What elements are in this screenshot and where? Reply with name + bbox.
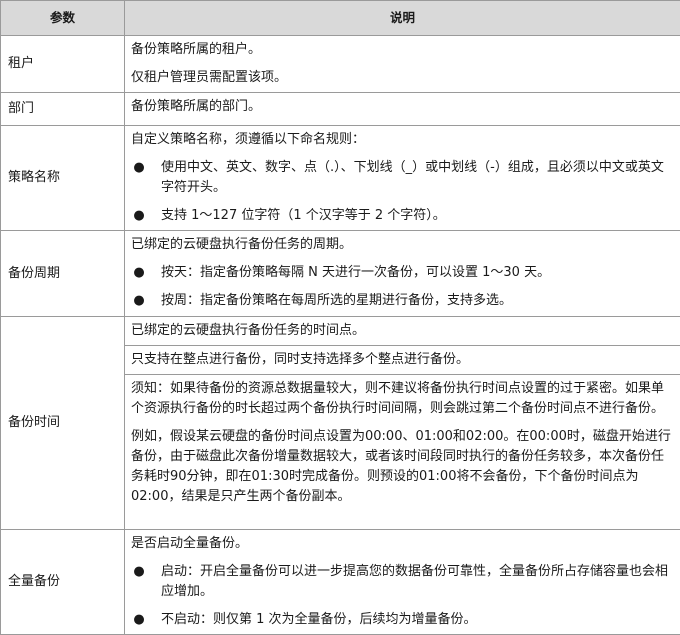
- param-description: 已绑定的云硬盘执行备份任务的周期。 ● 按天：指定备份策略每隔 N 天进行一次备…: [124, 230, 680, 317]
- bullet-item: ● 按周：指定备份策略在每周所选的星期进行备份，支持多选。: [125, 287, 680, 315]
- table-row: 全量备份 是否启动全量备份。 ● 启动：开启全量备份可以进一步提高您的数据备份可…: [0, 529, 680, 635]
- bullet-icon: ●: [133, 208, 145, 223]
- description-block: 已绑定的云硬盘执行备份任务的时间点。: [131, 323, 366, 338]
- description-intro: 是否启动全量备份。: [131, 536, 249, 551]
- description-intro: 已绑定的云硬盘执行备份任务的周期。: [131, 237, 353, 252]
- bullet-item: ● 不启动：则仅第 1 次为全量备份，后续均为增量备份。: [125, 606, 680, 634]
- param-description: 是否启动全量备份。 ● 启动：开启全量备份可以进一步提高您的数据备份可靠性，全量…: [124, 529, 680, 635]
- param-description: 自定义策略名称，须遵循以下命名规则： ● 使用中文、英文、数字、点（.）、下划线…: [124, 125, 680, 231]
- table-row: 备份时间 已绑定的云硬盘执行备份任务的时间点。 只支持在整点进行备份，同时支持选…: [0, 316, 680, 530]
- param-name: 策略名称: [0, 125, 125, 231]
- param-name: 全量备份: [0, 529, 125, 635]
- example-block: 例如，假设某云硬盘的备份时间点设置为00:00、01:00和02:00。在00:…: [131, 429, 671, 504]
- table-row: 策略名称 自定义策略名称，须遵循以下命名规则： ● 使用中文、英文、数字、点（.…: [0, 125, 680, 231]
- parameter-table: 参数 说明 租户 备份策略所属的租户。 仅租户管理员需配置该项。 部门 备份策略…: [0, 0, 680, 635]
- bullet-text: 不启动：则仅第 1 次为全量备份，后续均为增量备份。: [161, 612, 477, 627]
- param-name: 租户: [0, 35, 125, 93]
- header-description: 说明: [124, 0, 680, 36]
- description-line: 备份策略所属的部门。: [131, 99, 262, 114]
- bullet-item: ● 按天：指定备份策略每隔 N 天进行一次备份，可以设置 1～30 天。: [125, 259, 680, 287]
- bullet-item: ● 使用中文、英文、数字、点（.）、下划线（_）或中划线（-）组成，且必须以中文…: [125, 154, 680, 202]
- bullet-icon: ●: [133, 293, 145, 308]
- description-line: 仅租户管理员需配置该项。: [131, 70, 288, 85]
- description-line: 备份策略所属的租户。: [131, 42, 262, 57]
- param-description: 已绑定的云硬盘执行备份任务的时间点。 只支持在整点进行备份，同时支持选择多个整点…: [124, 316, 680, 530]
- param-name: 备份时间: [0, 316, 125, 530]
- bullet-icon: ●: [133, 612, 145, 627]
- table-header-row: 参数 说明: [0, 0, 680, 36]
- table-row: 租户 备份策略所属的租户。 仅租户管理员需配置该项。: [0, 35, 680, 93]
- bullet-icon: ●: [133, 564, 145, 579]
- bullet-text: 使用中文、英文、数字、点（.）、下划线（_）或中划线（-）组成，且必须以中文或英…: [161, 160, 664, 195]
- bullet-icon: ●: [133, 265, 145, 280]
- param-name: 备份周期: [0, 230, 125, 317]
- description-intro: 自定义策略名称，须遵循以下命名规则：: [131, 132, 366, 147]
- table-row: 备份周期 已绑定的云硬盘执行备份任务的周期。 ● 按天：指定备份策略每隔 N 天…: [0, 230, 680, 317]
- header-param: 参数: [0, 0, 125, 36]
- notice-block: 须知：如果待备份的资源总数据量较大，则不建议将备份执行时间点设置的过于紧密。如果…: [125, 374, 680, 423]
- bullet-text: 启动：开启全量备份可以进一步提高您的数据备份可靠性，全量备份所占存储容量也会相应…: [161, 564, 669, 599]
- description-block: 只支持在整点进行备份，同时支持选择多个整点进行备份。: [125, 345, 680, 374]
- table-row: 部门 备份策略所属的部门。: [0, 92, 680, 126]
- bullet-item: ● 支持 1～127 位字符（1 个汉字等于 2 个字符）。: [125, 202, 680, 230]
- bullet-text: 支持 1～127 位字符（1 个汉字等于 2 个字符）。: [161, 208, 446, 223]
- param-description: 备份策略所属的部门。: [124, 92, 680, 126]
- param-name: 部门: [0, 92, 125, 126]
- bullet-icon: ●: [133, 160, 145, 175]
- bullet-text: 按天：指定备份策略每隔 N 天进行一次备份，可以设置 1～30 天。: [161, 265, 551, 280]
- param-description: 备份策略所属的租户。 仅租户管理员需配置该项。: [124, 35, 680, 93]
- bullet-text: 按周：指定备份策略在每周所选的星期进行备份，支持多选。: [161, 293, 513, 308]
- bullet-item: ● 启动：开启全量备份可以进一步提高您的数据备份可靠性，全量备份所占存储容量也会…: [125, 558, 680, 606]
